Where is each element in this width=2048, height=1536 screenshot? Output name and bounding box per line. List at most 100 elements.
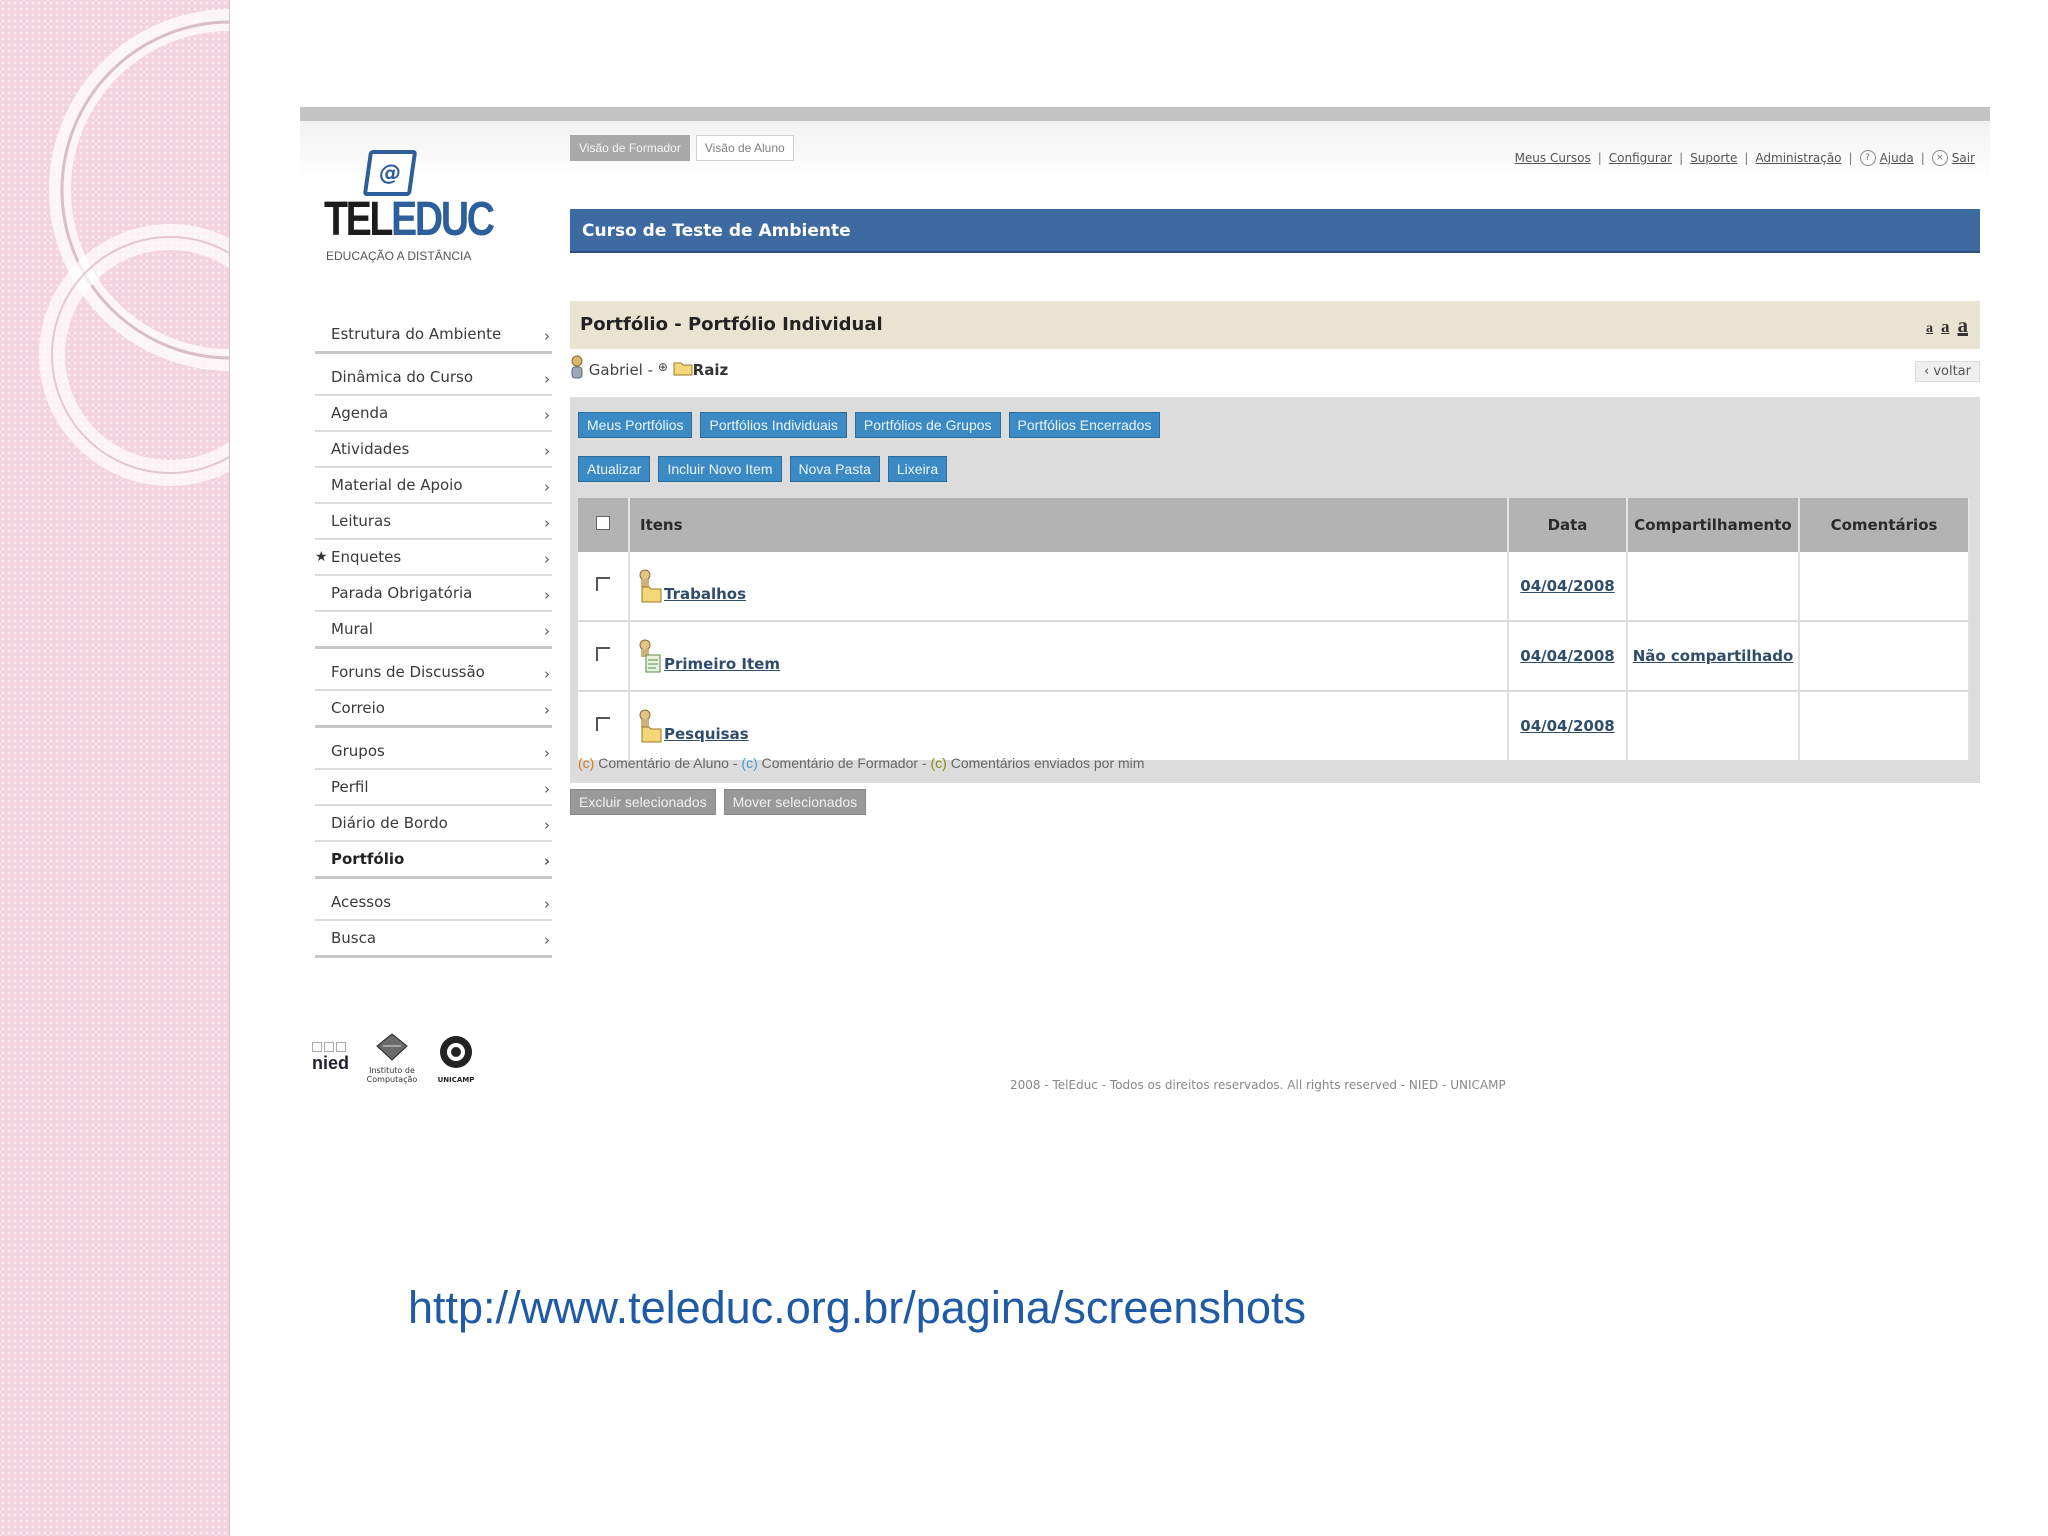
col-header-comentarios: Comentários <box>1799 498 1970 552</box>
link-meus-cursos[interactable]: Meus Cursos <box>1515 151 1591 165</box>
row-checkbox[interactable] <box>596 647 610 661</box>
sidebar-item-foruns[interactable]: Foruns de Discussão › <box>315 655 552 691</box>
link-sair[interactable]: Sair <box>1952 151 1975 165</box>
breadcrumb-root[interactable]: Raiz <box>693 361 729 379</box>
meus-portfolios-button[interactable]: Meus Portfólios <box>578 412 693 438</box>
select-all-checkbox[interactable] <box>596 516 610 530</box>
menu-group: Foruns de Discussão › Correio › <box>315 655 552 728</box>
row-checkbox[interactable] <box>596 717 610 731</box>
sidebar-item-parada[interactable]: Parada Obrigatória › <box>315 576 552 612</box>
link-configurar[interactable]: Configurar <box>1609 151 1672 165</box>
link-ajuda[interactable]: Ajuda <box>1880 151 1914 165</box>
menu-group: Dinâmica do Curso › Agenda › Atividades › M… <box>315 360 552 649</box>
folder-icon <box>639 569 662 603</box>
sidebar-item-agenda[interactable]: Agenda › <box>315 396 552 432</box>
slide-decoration <box>0 0 230 1536</box>
row-checkbox[interactable] <box>596 577 610 591</box>
date-link[interactable]: 04/04/2008 <box>1520 647 1614 665</box>
chevron-right-icon: › <box>544 931 550 949</box>
chevron-right-icon: › <box>544 478 550 496</box>
menu-group: Estrutura do Ambiente › <box>315 317 552 354</box>
portfolios-individuais-button[interactable]: Portfólios Individuais <box>700 412 847 438</box>
sidebar-item-correio[interactable]: Correio › <box>315 691 552 725</box>
link-administracao[interactable]: Administração <box>1755 151 1841 165</box>
link-suporte[interactable]: Suporte <box>1690 151 1737 165</box>
tab-aluno-view[interactable]: Visão de Aluno <box>695 135 794 161</box>
slide-url[interactable]: http://www.teleduc.org.br/pagina/screens… <box>408 1282 1306 1334</box>
chevron-right-icon: › <box>544 406 550 424</box>
date-link[interactable]: 04/04/2008 <box>1520 717 1614 735</box>
menu-group: Acessos › Busca › <box>315 885 552 958</box>
portfolio-action-buttons: Atualizar Incluir Novo Item Nova Pasta L… <box>578 456 948 482</box>
sidebar-item-leituras[interactable]: Leituras › <box>315 504 552 540</box>
font-size-medium[interactable]: a <box>1941 317 1950 336</box>
expand-icon: ⊕ <box>657 360 668 374</box>
logo-subtitle: EDUCAÇÃO A DISTÂNCIA <box>326 249 472 263</box>
portfolios-encerrados-button[interactable]: Portfólios Encerrados <box>1008 412 1161 438</box>
ic-logo: Instituto de Computação <box>362 1032 422 1084</box>
table-row: Primeiro Item 04/04/2008 Não compartilha… <box>578 621 1970 692</box>
chevron-right-icon: › <box>544 665 550 683</box>
folder-icon <box>673 362 693 376</box>
menu-group: Grupos › Perfil › Diário de Bordo › Portfól… <box>315 734 552 879</box>
incluir-item-button[interactable]: Incluir Novo Item <box>658 456 782 482</box>
lixeira-button[interactable]: Lixeira <box>887 456 948 482</box>
sidebar-item-portfolio[interactable]: Portfólio › <box>315 842 552 876</box>
sidebar-item-atividades[interactable]: Atividades › <box>315 432 552 468</box>
sidebar-item-diario[interactable]: Diário de Bordo › <box>315 806 552 842</box>
top-links: Meus Cursos | Configurar | Suporte | Admini… <box>1514 150 1975 166</box>
teleduc-logo[interactable]: @ TELEDUC EDUCAÇÃO A DISTÂNCIA <box>320 142 495 263</box>
mover-selecionados-button[interactable]: Mover selecionados <box>723 789 867 815</box>
sidebar-item-acessos[interactable]: Acessos › <box>315 885 552 921</box>
portfolios-grupos-button[interactable]: Portfólios de Grupos <box>854 412 1001 438</box>
portfolio-panel: Meus Portfólios Portfólios Individuais P… <box>570 397 1980 783</box>
atualizar-button[interactable]: Atualizar <box>578 456 651 482</box>
font-size-controls: aaa <box>1918 301 1968 353</box>
nied-logo: nied <box>312 1042 352 1072</box>
table-row: Trabalhos 04/04/2008 <box>578 552 1970 622</box>
bulk-action-buttons: Excluir selecionados Mover selecionados <box>570 789 867 815</box>
decorative-rings <box>39 9 229 486</box>
document-icon <box>639 639 661 673</box>
unicamp-emblem-icon <box>440 1036 472 1068</box>
col-header-compartilhamento: Compartilhamento <box>1627 498 1800 552</box>
sidebar-item-material[interactable]: Material de Apoio › <box>315 468 552 504</box>
breadcrumb: Gabriel - ⊕ Raiz ‹ voltar <box>570 355 1980 391</box>
chevron-right-icon: › <box>544 744 550 762</box>
user-icon <box>571 355 583 379</box>
top-gray-bar <box>300 107 1990 121</box>
sidebar-item-perfil[interactable]: Perfil › <box>315 770 552 806</box>
item-link[interactable]: Pesquisas <box>664 725 749 743</box>
help-icon: ? <box>1859 150 1876 166</box>
sidebar-item-grupos[interactable]: Grupos › <box>315 734 552 770</box>
sidebar-item-enquetes[interactable]: ★ Enquetes › <box>315 540 552 576</box>
item-link[interactable]: Primeiro Item <box>664 655 780 673</box>
exit-icon: × <box>1931 150 1948 166</box>
portfolio-table: Itens Data Compartilhamento Comentários … <box>578 498 1970 762</box>
sidebar-item-busca[interactable]: Busca › <box>315 921 552 955</box>
font-size-large[interactable]: a <box>1958 313 1969 337</box>
chevron-right-icon: › <box>544 327 550 345</box>
share-status-link[interactable]: Não compartilhado <box>1633 647 1794 665</box>
chevron-right-icon: › <box>544 895 550 913</box>
chevron-right-icon: › <box>544 514 550 532</box>
chevron-right-icon: › <box>544 816 550 834</box>
sidebar-item-estrutura[interactable]: Estrutura do Ambiente › <box>315 317 552 351</box>
breadcrumb-user: Gabriel - <box>588 361 654 379</box>
comments-legend: (c) Comentário de Aluno - (c) Comentário… <box>578 755 1145 771</box>
table-header-row: Itens Data Compartilhamento Comentários <box>578 498 1970 552</box>
section-header: Portfólio - Portfólio Individual aaa <box>570 301 1980 349</box>
excluir-selecionados-button[interactable]: Excluir selecionados <box>570 789 716 815</box>
date-link[interactable]: 04/04/2008 <box>1520 577 1614 595</box>
chevron-right-icon: › <box>544 780 550 798</box>
nova-pasta-button[interactable]: Nova Pasta <box>789 456 880 482</box>
sidebar-menu: Estrutura do Ambiente › Dinâmica do Curso… <box>315 317 552 964</box>
font-size-small[interactable]: a <box>1926 321 1933 336</box>
back-button[interactable]: ‹ voltar <box>1915 361 1980 382</box>
item-link[interactable]: Trabalhos <box>664 585 746 603</box>
tab-formador-view[interactable]: Visão de Formador <box>570 135 690 161</box>
ic-emblem-icon <box>376 1033 408 1061</box>
chevron-right-icon: › <box>544 622 550 640</box>
sidebar-item-mural[interactable]: Mural › <box>315 612 552 646</box>
sidebar-item-dinamica[interactable]: Dinâmica do Curso › <box>315 360 552 396</box>
